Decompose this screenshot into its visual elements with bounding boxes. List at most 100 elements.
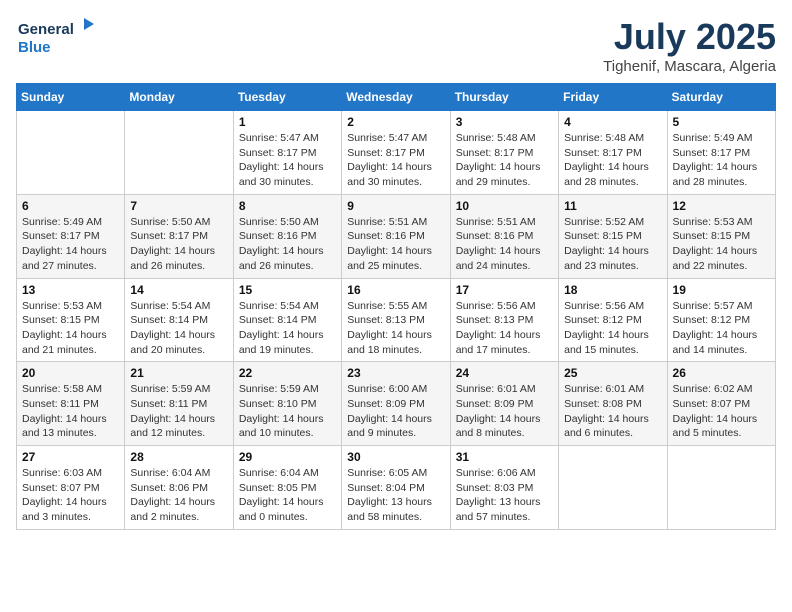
day-info: Sunrise: 5:54 AM Sunset: 8:14 PM Dayligh… [130, 299, 227, 358]
calendar-cell: 5 Sunrise: 5:49 AM Sunset: 8:17 PM Daylig… [667, 111, 775, 195]
day-number: 27 [22, 450, 119, 464]
day-number: 18 [564, 283, 661, 297]
weekday-header-monday: Monday [125, 84, 233, 111]
calendar-cell: 27 Sunrise: 6:03 AM Sunset: 8:07 PM Dayli… [17, 446, 125, 530]
day-number: 10 [456, 199, 553, 213]
day-info: Sunrise: 6:01 AM Sunset: 8:09 PM Dayligh… [456, 382, 553, 441]
day-number: 30 [347, 450, 444, 464]
day-number: 19 [673, 283, 770, 297]
day-info: Sunrise: 6:05 AM Sunset: 8:04 PM Dayligh… [347, 466, 444, 525]
calendar-cell: 20 Sunrise: 5:58 AM Sunset: 8:11 PM Dayli… [17, 362, 125, 446]
calendar-cell: 10 Sunrise: 5:51 AM Sunset: 8:16 PM Dayli… [450, 194, 558, 278]
calendar-cell: 12 Sunrise: 5:53 AM Sunset: 8:15 PM Dayli… [667, 194, 775, 278]
day-number: 4 [564, 115, 661, 129]
day-number: 17 [456, 283, 553, 297]
day-number: 13 [22, 283, 119, 297]
calendar-cell: 17 Sunrise: 5:56 AM Sunset: 8:13 PM Dayli… [450, 278, 558, 362]
day-info: Sunrise: 5:57 AM Sunset: 8:12 PM Dayligh… [673, 299, 770, 358]
day-info: Sunrise: 6:02 AM Sunset: 8:07 PM Dayligh… [673, 382, 770, 441]
day-number: 12 [673, 199, 770, 213]
calendar-cell: 30 Sunrise: 6:05 AM Sunset: 8:04 PM Dayli… [342, 446, 450, 530]
calendar-cell [17, 111, 125, 195]
day-number: 23 [347, 366, 444, 380]
day-info: Sunrise: 5:53 AM Sunset: 8:15 PM Dayligh… [673, 215, 770, 274]
weekday-header-saturday: Saturday [667, 84, 775, 111]
day-number: 3 [456, 115, 553, 129]
day-info: Sunrise: 5:56 AM Sunset: 8:13 PM Dayligh… [456, 299, 553, 358]
calendar-week-1: 1 Sunrise: 5:47 AM Sunset: 8:17 PM Daylig… [17, 111, 776, 195]
calendar-week-3: 13Sunrise: 5:53 AM Sunset: 8:15 PM Dayli… [17, 278, 776, 362]
calendar-cell: 24 Sunrise: 6:01 AM Sunset: 8:09 PM Dayli… [450, 362, 558, 446]
day-info: Sunrise: 5:49 AM Sunset: 8:17 PM Dayligh… [22, 215, 119, 274]
calendar-cell: 2 Sunrise: 5:47 AM Sunset: 8:17 PM Daylig… [342, 111, 450, 195]
calendar-week-4: 20 Sunrise: 5:58 AM Sunset: 8:11 PM Dayli… [17, 362, 776, 446]
day-info: Sunrise: 5:59 AM Sunset: 8:10 PM Dayligh… [239, 382, 336, 441]
calendar-cell: 31Sunrise: 6:06 AM Sunset: 8:03 PM Dayli… [450, 446, 558, 530]
day-info: Sunrise: 5:48 AM Sunset: 8:17 PM Dayligh… [456, 131, 553, 190]
day-info: Sunrise: 5:47 AM Sunset: 8:17 PM Dayligh… [239, 131, 336, 190]
day-number: 28 [130, 450, 227, 464]
calendar-cell: 13Sunrise: 5:53 AM Sunset: 8:15 PM Dayli… [17, 278, 125, 362]
day-info: Sunrise: 5:58 AM Sunset: 8:11 PM Dayligh… [22, 382, 119, 441]
calendar-week-5: 27 Sunrise: 6:03 AM Sunset: 8:07 PM Dayli… [17, 446, 776, 530]
calendar-cell: 26 Sunrise: 6:02 AM Sunset: 8:07 PM Dayli… [667, 362, 775, 446]
day-number: 14 [130, 283, 227, 297]
logo: General Blue [16, 16, 96, 58]
svg-text:Blue: Blue [18, 39, 51, 56]
day-number: 21 [130, 366, 227, 380]
calendar-cell: 11Sunrise: 5:52 AM Sunset: 8:15 PM Dayli… [559, 194, 667, 278]
day-number: 15 [239, 283, 336, 297]
weekday-header-tuesday: Tuesday [233, 84, 341, 111]
weekday-header-friday: Friday [559, 84, 667, 111]
calendar-cell: 7Sunrise: 5:50 AM Sunset: 8:17 PM Daylig… [125, 194, 233, 278]
day-info: Sunrise: 5:47 AM Sunset: 8:17 PM Dayligh… [347, 131, 444, 190]
day-info: Sunrise: 5:48 AM Sunset: 8:17 PM Dayligh… [564, 131, 661, 190]
calendar-cell: 21 Sunrise: 5:59 AM Sunset: 8:11 PM Dayli… [125, 362, 233, 446]
weekday-header-wednesday: Wednesday [342, 84, 450, 111]
calendar-table: SundayMondayTuesdayWednesdayThursdayFrid… [16, 83, 776, 530]
calendar-cell: 6 Sunrise: 5:49 AM Sunset: 8:17 PM Daylig… [17, 194, 125, 278]
day-info: Sunrise: 6:03 AM Sunset: 8:07 PM Dayligh… [22, 466, 119, 525]
calendar-cell: 9Sunrise: 5:51 AM Sunset: 8:16 PM Daylig… [342, 194, 450, 278]
calendar-cell: 29Sunrise: 6:04 AM Sunset: 8:05 PM Dayli… [233, 446, 341, 530]
calendar-cell: 15 Sunrise: 5:54 AM Sunset: 8:14 PM Dayli… [233, 278, 341, 362]
day-number: 29 [239, 450, 336, 464]
day-number: 2 [347, 115, 444, 129]
day-info: Sunrise: 5:54 AM Sunset: 8:14 PM Dayligh… [239, 299, 336, 358]
day-info: Sunrise: 5:51 AM Sunset: 8:16 PM Dayligh… [347, 215, 444, 274]
day-info: Sunrise: 5:51 AM Sunset: 8:16 PM Dayligh… [456, 215, 553, 274]
calendar-cell: 18 Sunrise: 5:56 AM Sunset: 8:12 PM Dayli… [559, 278, 667, 362]
day-info: Sunrise: 6:04 AM Sunset: 8:06 PM Dayligh… [130, 466, 227, 525]
month-title: July 2025 [603, 16, 776, 58]
calendar-cell: 8Sunrise: 5:50 AM Sunset: 8:16 PM Daylig… [233, 194, 341, 278]
day-info: Sunrise: 5:55 AM Sunset: 8:13 PM Dayligh… [347, 299, 444, 358]
calendar-cell: 1 Sunrise: 5:47 AM Sunset: 8:17 PM Daylig… [233, 111, 341, 195]
calendar-header-row: SundayMondayTuesdayWednesdayThursdayFrid… [17, 84, 776, 111]
day-info: Sunrise: 5:50 AM Sunset: 8:16 PM Dayligh… [239, 215, 336, 274]
day-number: 25 [564, 366, 661, 380]
calendar-cell: 14 Sunrise: 5:54 AM Sunset: 8:14 PM Dayli… [125, 278, 233, 362]
day-number: 6 [22, 199, 119, 213]
day-info: Sunrise: 5:50 AM Sunset: 8:17 PM Dayligh… [130, 215, 227, 274]
day-info: Sunrise: 5:59 AM Sunset: 8:11 PM Dayligh… [130, 382, 227, 441]
day-number: 1 [239, 115, 336, 129]
day-number: 26 [673, 366, 770, 380]
calendar-cell: 4 Sunrise: 5:48 AM Sunset: 8:17 PM Daylig… [559, 111, 667, 195]
day-number: 5 [673, 115, 770, 129]
calendar-cell: 25Sunrise: 6:01 AM Sunset: 8:08 PM Dayli… [559, 362, 667, 446]
day-info: Sunrise: 5:56 AM Sunset: 8:12 PM Dayligh… [564, 299, 661, 358]
day-info: Sunrise: 6:06 AM Sunset: 8:03 PM Dayligh… [456, 466, 553, 525]
calendar-cell [125, 111, 233, 195]
day-info: Sunrise: 6:00 AM Sunset: 8:09 PM Dayligh… [347, 382, 444, 441]
calendar-cell: 22Sunrise: 5:59 AM Sunset: 8:10 PM Dayli… [233, 362, 341, 446]
calendar-cell: 16Sunrise: 5:55 AM Sunset: 8:13 PM Dayli… [342, 278, 450, 362]
day-info: Sunrise: 5:49 AM Sunset: 8:17 PM Dayligh… [673, 131, 770, 190]
day-number: 20 [22, 366, 119, 380]
day-number: 24 [456, 366, 553, 380]
svg-text:General: General [18, 21, 74, 38]
calendar-cell: 23 Sunrise: 6:00 AM Sunset: 8:09 PM Dayli… [342, 362, 450, 446]
weekday-header-thursday: Thursday [450, 84, 558, 111]
calendar-cell [559, 446, 667, 530]
calendar-cell: 3 Sunrise: 5:48 AM Sunset: 8:17 PM Daylig… [450, 111, 558, 195]
day-number: 11 [564, 199, 661, 213]
